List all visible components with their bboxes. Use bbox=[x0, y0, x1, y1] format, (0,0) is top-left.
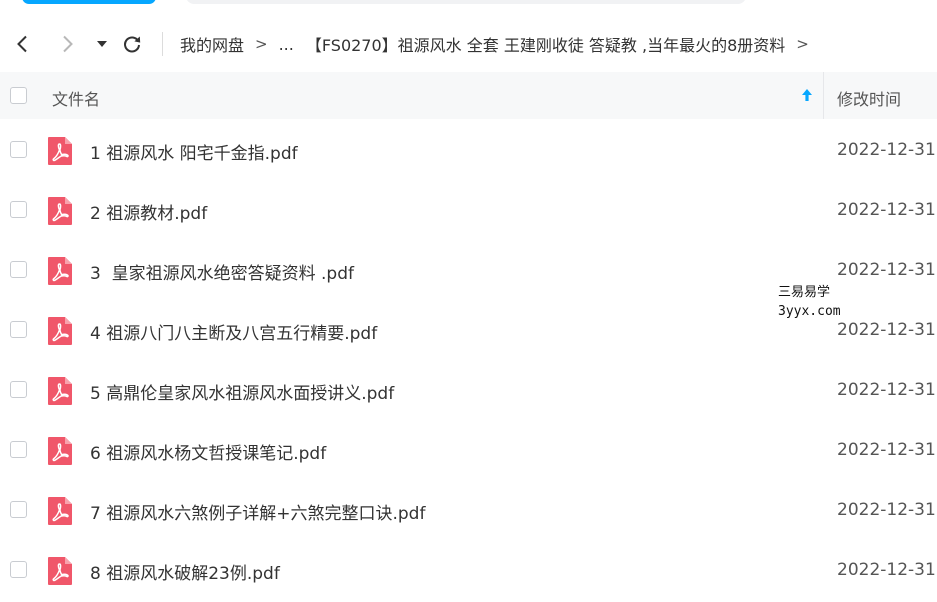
file-row[interactable]: 1 祖源风水 阳宅千金指.pdf 2022-12-31 bbox=[0, 120, 937, 180]
history-dropdown-button[interactable] bbox=[94, 30, 110, 58]
file-modified-date: 2022-12-31 bbox=[837, 260, 936, 280]
file-row[interactable]: 8 祖源风水破解23例.pdf 2022-12-31 bbox=[0, 540, 937, 600]
chevron-right-icon bbox=[63, 35, 73, 53]
pdf-file-icon bbox=[47, 196, 73, 226]
file-modified-date: 2022-12-31 bbox=[837, 380, 936, 400]
file-modified-date: 2022-12-31 bbox=[837, 140, 936, 160]
watermark-url: 3yyx.com bbox=[778, 304, 841, 319]
file-row[interactable]: 6 祖源风水杨文哲授课笔记.pdf 2022-12-31 bbox=[0, 420, 937, 480]
row-checkbox[interactable] bbox=[10, 321, 27, 338]
back-button[interactable] bbox=[10, 30, 34, 58]
file-name[interactable]: 1 祖源风水 阳宅千金指.pdf bbox=[90, 139, 298, 164]
watermark: 三易易学 3yyx.com bbox=[778, 283, 841, 321]
pdf-file-icon bbox=[47, 496, 73, 526]
file-name[interactable]: 5 高鼎伦皇家风水祖源风水面授讲义.pdf bbox=[90, 379, 394, 404]
file-name[interactable]: 8 祖源风水破解23例.pdf bbox=[90, 559, 280, 584]
top-toolbar-strip bbox=[0, 0, 937, 8]
breadcrumb-separator: > bbox=[796, 35, 809, 53]
file-list-header: 文件名 修改时间 bbox=[0, 72, 937, 119]
row-checkbox[interactable] bbox=[10, 501, 27, 518]
file-name[interactable]: 6 祖源风水杨文哲授课笔记.pdf bbox=[90, 439, 326, 464]
file-modified-date: 2022-12-31 bbox=[837, 500, 936, 520]
pdf-file-icon bbox=[47, 256, 73, 286]
caret-down-icon bbox=[97, 41, 107, 47]
file-row[interactable]: 7 祖源风水六煞例子详解+六煞完整口诀.pdf 2022-12-31 bbox=[0, 480, 937, 540]
pdf-file-icon bbox=[47, 316, 73, 346]
file-row[interactable]: 5 高鼎伦皇家风水祖源风水面授讲义.pdf 2022-12-31 bbox=[0, 360, 937, 420]
file-modified-date: 2022-12-31 bbox=[837, 560, 936, 580]
forward-button[interactable] bbox=[56, 30, 80, 58]
column-header-modified-time[interactable]: 修改时间 bbox=[837, 86, 901, 110]
file-name[interactable]: 7 祖源风水六煞例子详解+六煞完整口诀.pdf bbox=[90, 499, 425, 524]
pdf-file-icon bbox=[47, 436, 73, 466]
refresh-icon bbox=[124, 36, 141, 53]
select-all-checkbox[interactable] bbox=[10, 87, 27, 104]
file-name[interactable]: 2 祖源教材.pdf bbox=[90, 199, 207, 224]
file-name[interactable]: 4 祖源八门八主断及八宫五行精要.pdf bbox=[90, 319, 377, 344]
column-header-filename[interactable]: 文件名 bbox=[52, 86, 100, 110]
sort-ascending-arrow-icon[interactable] bbox=[801, 87, 813, 106]
row-checkbox[interactable] bbox=[10, 381, 27, 398]
navigation-bar: 我的网盘 > ... 【FS0270】祖源风水 全套 王建刚收徒 答疑教 ,当年… bbox=[0, 18, 937, 70]
breadcrumb-separator: > bbox=[255, 35, 268, 53]
breadcrumb-ellipsis[interactable]: ... bbox=[279, 35, 294, 54]
watermark-text: 三易易学 bbox=[778, 285, 831, 300]
nav-divider bbox=[162, 32, 163, 56]
row-checkbox[interactable] bbox=[10, 201, 27, 218]
search-bar[interactable] bbox=[186, 0, 746, 4]
pdf-file-icon bbox=[47, 556, 73, 586]
file-manager-page: 我的网盘 > ... 【FS0270】祖源风水 全套 王建刚收徒 答疑教 ,当年… bbox=[0, 0, 937, 602]
pdf-file-icon bbox=[47, 376, 73, 406]
file-modified-date: 2022-12-31 bbox=[837, 200, 936, 220]
refresh-button[interactable] bbox=[120, 30, 144, 58]
breadcrumb-current-folder[interactable]: 【FS0270】祖源风水 全套 王建刚收徒 答疑教 ,当年最火的8册资料 bbox=[306, 32, 785, 56]
row-checkbox[interactable] bbox=[10, 441, 27, 458]
chevron-left-icon bbox=[17, 35, 27, 53]
breadcrumb: 我的网盘 > ... 【FS0270】祖源风水 全套 王建刚收徒 答疑教 ,当年… bbox=[180, 30, 820, 58]
row-checkbox[interactable] bbox=[10, 141, 27, 158]
file-row[interactable]: 2 祖源教材.pdf 2022-12-31 bbox=[0, 180, 937, 240]
column-divider[interactable] bbox=[823, 72, 824, 119]
row-checkbox[interactable] bbox=[10, 561, 27, 578]
file-modified-date: 2022-12-31 bbox=[837, 440, 936, 460]
upload-button[interactable] bbox=[22, 0, 156, 4]
file-modified-date: 2022-12-31 bbox=[837, 320, 936, 340]
row-checkbox[interactable] bbox=[10, 261, 27, 278]
file-list: 1 祖源风水 阳宅千金指.pdf 2022-12-31 2 祖源教材.pdf 2… bbox=[0, 120, 937, 600]
file-name[interactable]: 3 皇家祖源风水绝密答疑资料 .pdf bbox=[90, 259, 354, 284]
breadcrumb-root[interactable]: 我的网盘 bbox=[180, 32, 244, 56]
pdf-file-icon bbox=[47, 136, 73, 166]
